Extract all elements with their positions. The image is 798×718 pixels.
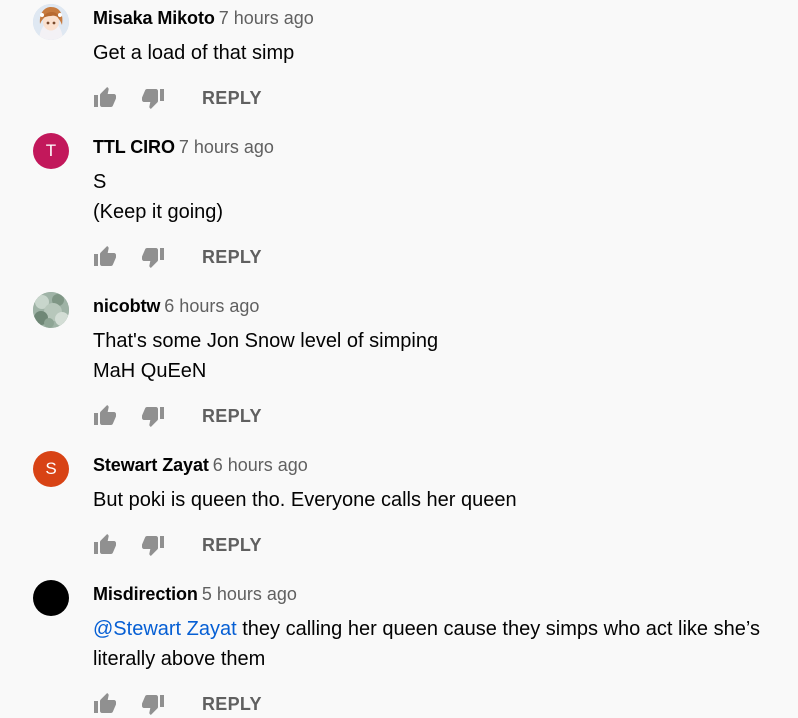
avatar-letter: S <box>45 459 57 478</box>
avatar[interactable] <box>33 292 69 328</box>
comment-header: Misdirection 5 hours ago <box>93 583 297 605</box>
thumbs-down-icon[interactable] <box>141 533 165 557</box>
timestamp[interactable]: 7 hours ago <box>219 8 314 28</box>
comment-text: But poki is queen tho. Everyone calls he… <box>93 489 517 511</box>
comment-text: MaH QuEeN <box>93 360 207 382</box>
thumbs-up-icon[interactable] <box>93 692 117 716</box>
reply-button[interactable]: REPLY <box>202 87 262 109</box>
timestamp[interactable]: 6 hours ago <box>164 296 259 316</box>
avatar[interactable] <box>33 580 69 616</box>
comment-text: literally above them <box>93 648 266 670</box>
thumbs-up-icon[interactable] <box>93 86 117 110</box>
timestamp[interactable]: 5 hours ago <box>202 584 297 604</box>
anime-avatar-icon <box>33 4 69 40</box>
author-name[interactable]: TTL CIRO <box>93 137 175 157</box>
landscape-avatar-icon <box>33 292 69 328</box>
comment-text: @Stewart Zayat they calling her queen ca… <box>93 614 760 644</box>
avatar[interactable] <box>33 4 69 40</box>
avatar-letter: T <box>45 141 57 160</box>
comment-header: Misaka Mikoto 7 hours ago <box>93 7 314 29</box>
thumbs-down-icon[interactable] <box>141 692 165 716</box>
author-name[interactable]: Misaka Mikoto <box>93 8 215 28</box>
timestamp[interactable]: 6 hours ago <box>213 455 308 475</box>
avatar[interactable]: T <box>33 133 69 169</box>
timestamp[interactable]: 7 hours ago <box>179 137 274 157</box>
author-name[interactable]: nicobtw <box>93 296 160 316</box>
author-name[interactable]: Misdirection <box>93 584 198 604</box>
comment-header: Stewart Zayat 6 hours ago <box>93 454 308 476</box>
thumbs-down-icon[interactable] <box>141 245 165 269</box>
reply-button[interactable]: REPLY <box>202 405 262 427</box>
thumbs-down-icon[interactable] <box>141 86 165 110</box>
mention-link[interactable]: @Stewart Zayat <box>93 618 237 640</box>
author-name[interactable]: Stewart Zayat <box>93 455 209 475</box>
comment-text: (Keep it going) <box>93 201 224 223</box>
comment-text: That's some Jon Snow level of simping <box>93 330 439 352</box>
comment-text: Get a load of that simp <box>93 42 295 64</box>
avatar[interactable]: S <box>33 451 69 487</box>
thumbs-up-icon[interactable] <box>93 245 117 269</box>
comment-text-segment: they calling her queen cause they simps … <box>236 618 760 640</box>
reply-button[interactable]: REPLY <box>202 534 262 556</box>
reply-button[interactable]: REPLY <box>202 246 262 268</box>
thumbs-up-icon[interactable] <box>93 533 117 557</box>
comment-header: TTL CIRO 7 hours ago <box>93 136 274 158</box>
thumbs-down-icon[interactable] <box>141 404 165 428</box>
comment-header: nicobtw 6 hours ago <box>93 295 259 317</box>
thumbs-up-icon[interactable] <box>93 404 117 428</box>
comment-text: S <box>93 171 107 193</box>
reply-button[interactable]: REPLY <box>202 693 262 715</box>
